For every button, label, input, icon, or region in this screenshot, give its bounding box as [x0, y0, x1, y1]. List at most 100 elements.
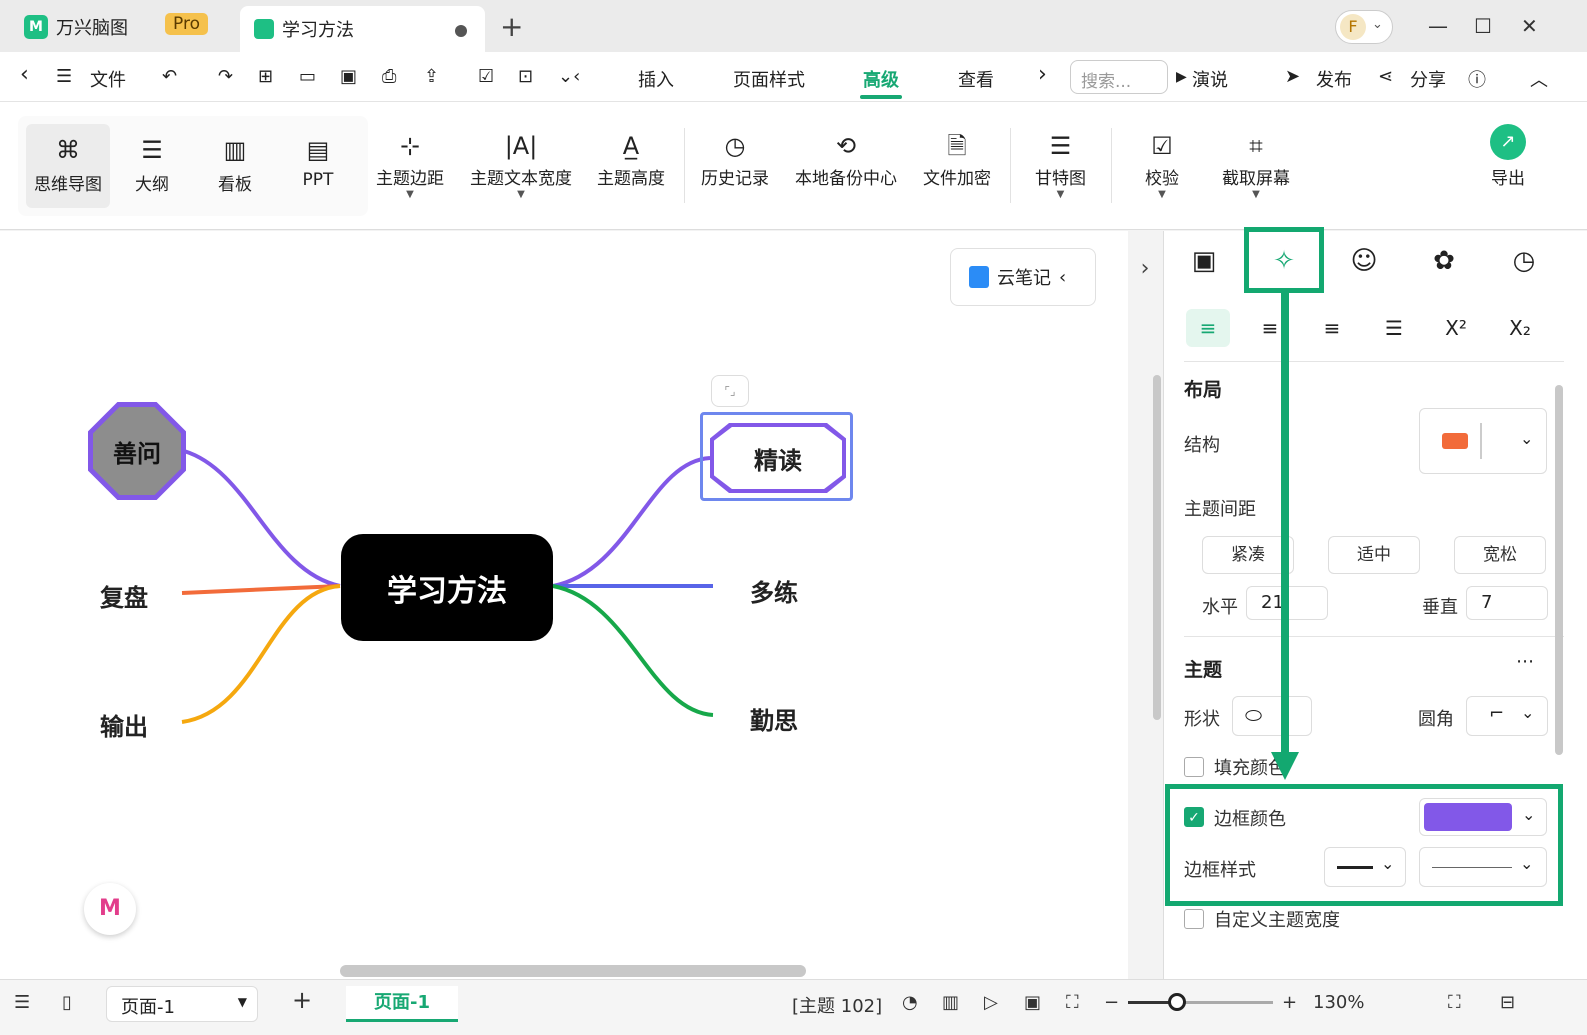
topic-fupan[interactable]: 复盘 — [100, 578, 148, 613]
pie-chart-icon[interactable]: ◔ — [902, 992, 918, 1013]
save-as-icon[interactable]: ⊡ — [518, 66, 533, 87]
send-icon[interactable]: ➤ — [1285, 66, 1300, 87]
view-mindmap-button[interactable]: ⌘ 思维导图 — [26, 124, 110, 208]
local-backup-button[interactable]: ⟲ 本地备份中心 — [795, 128, 897, 189]
share-label[interactable]: 分享 — [1410, 66, 1446, 92]
horizontal-scrollbar[interactable] — [340, 965, 806, 977]
topic-height-button[interactable]: A̲ 主题高度 — [597, 128, 665, 189]
tab-view[interactable]: 查看 — [958, 66, 994, 92]
new-file-icon[interactable]: ⊞ — [258, 66, 273, 87]
file-encrypt-button[interactable]: 🗎 文件加密 — [923, 128, 991, 189]
minimize-icon[interactable]: — — [1428, 14, 1448, 38]
add-page-icon[interactable]: + — [292, 986, 312, 1014]
page-select[interactable]: 页面-1 ▼ — [106, 986, 258, 1022]
emoji-tab-icon[interactable]: ☺ — [1334, 239, 1394, 283]
more-icon[interactable]: ⌄‹ — [558, 66, 580, 87]
topic-duolian[interactable]: 多练 — [750, 573, 798, 608]
undo-icon[interactable]: ↶ — [162, 66, 177, 87]
history-button[interactable]: ◷ 历史记录 — [701, 128, 769, 189]
new-tab-plus-icon[interactable]: + — [500, 10, 523, 43]
tab-page-style[interactable]: 页面样式 — [733, 66, 805, 92]
ai-assistant-icon[interactable]: M — [84, 883, 136, 935]
history-tab-icon[interactable]: ◷ — [1494, 239, 1554, 283]
align-left-icon[interactable]: ≡ — [1186, 309, 1230, 347]
screenshot-button[interactable]: ⌗ 截取屏幕 ▼ — [1222, 128, 1290, 201]
view-ppt-button[interactable]: ▤ PPT — [276, 124, 360, 208]
style-tab-icon[interactable]: ▣ — [1174, 239, 1234, 283]
share-icon[interactable]: ⋖ — [1378, 66, 1393, 87]
fit-page-icon[interactable]: ▣ — [1024, 992, 1041, 1013]
fullscreen-fit-icon[interactable]: ⛶ — [1066, 992, 1079, 1013]
corner-select[interactable]: ⌐ ⌄ — [1466, 696, 1548, 736]
zoom-out-icon[interactable]: − — [1104, 992, 1119, 1013]
vertical-spacing-input[interactable]: 7 — [1466, 586, 1548, 620]
chevron-right-icon[interactable]: › — [1038, 62, 1047, 87]
publish-label[interactable]: 发布 — [1316, 66, 1352, 92]
tab-insert[interactable]: 插入 — [638, 66, 674, 92]
topic-jingdu[interactable]: 精读 — [710, 423, 846, 493]
panel-toggle-chevron-icon[interactable]: › — [1128, 231, 1162, 306]
shape-select[interactable]: ⬭ — [1232, 696, 1312, 736]
play-circle-icon[interactable]: ▶ — [1176, 69, 1187, 85]
open-folder-icon[interactable]: ▭ — [299, 66, 316, 87]
align-right-icon[interactable]: ≡ — [1310, 309, 1354, 347]
document-tab[interactable]: 学习方法 — [240, 6, 485, 52]
back-icon[interactable]: ‹ — [20, 62, 29, 87]
verify-button[interactable]: ☑ 校验 ▼ — [1145, 128, 1179, 201]
menu-icon[interactable]: ☰ — [56, 66, 72, 87]
page-layout-icon[interactable]: ▯ — [62, 992, 72, 1013]
play-icon[interactable]: ▷ — [984, 992, 998, 1013]
topic-shanwen[interactable]: 善问 — [88, 402, 186, 500]
central-topic[interactable]: 学习方法 — [341, 534, 553, 641]
export-share-icon[interactable]: ⇪ — [424, 66, 439, 87]
topic-margin-button[interactable]: ⊹ 主题边距 ▼ — [376, 128, 444, 201]
present-label[interactable]: 演说 — [1192, 66, 1228, 92]
checklist-icon[interactable]: ☑ — [478, 66, 494, 87]
topic-margin-label: 主题边距 — [376, 169, 444, 189]
subscript-icon[interactable]: X₂ — [1498, 309, 1542, 347]
redo-icon[interactable]: ↷ — [218, 66, 233, 87]
collapse-panel-icon[interactable]: ⊟ — [1500, 992, 1515, 1013]
user-avatar[interactable]: F ⌄ — [1335, 10, 1393, 44]
close-icon[interactable]: ✕ — [1521, 14, 1538, 38]
view-kanban-button[interactable]: ▥ 看板 — [193, 124, 277, 208]
superscript-icon[interactable]: X² — [1434, 309, 1478, 347]
custom-width-checkbox[interactable] — [1184, 909, 1204, 929]
spacing-loose-button[interactable]: 宽松 — [1454, 536, 1546, 574]
canvas-vertical-scrollbar[interactable] — [1153, 375, 1161, 720]
tab-advanced[interactable]: 高级 — [863, 66, 899, 92]
zoom-in-icon[interactable]: + — [1282, 992, 1297, 1013]
print-icon[interactable]: ⎙ — [382, 66, 396, 87]
structure-select[interactable]: ⌄ — [1419, 408, 1547, 474]
topic-qinsi[interactable]: 勤思 — [750, 701, 798, 736]
help-icon[interactable]: ⓘ — [1468, 66, 1486, 92]
theme-tab-icon[interactable]: ✿ — [1414, 239, 1474, 283]
fill-color-checkbox[interactable] — [1184, 757, 1204, 777]
spacing-medium-button[interactable]: 适中 — [1328, 536, 1420, 574]
search-input[interactable]: 搜索... — [1070, 60, 1168, 94]
zoom-slider-knob[interactable] — [1168, 993, 1186, 1011]
export-button[interactable]: ↗ 导出 — [1490, 124, 1526, 189]
map-icon[interactable]: ▥ — [942, 992, 959, 1013]
expand-corner-icon[interactable]: ⌜⌟ — [711, 375, 749, 407]
topic-text-width-button[interactable]: |A| 主题文本宽度 ▼ — [470, 128, 572, 201]
zoom-slider[interactable] — [1128, 993, 1273, 1011]
zoom-level[interactable]: 130% — [1313, 992, 1364, 1013]
maximize-icon[interactable]: ☐ — [1474, 14, 1492, 38]
fullscreen-icon[interactable]: ⛶ — [1448, 992, 1461, 1013]
save-icon[interactable]: ▣ — [340, 66, 357, 87]
gantt-button[interactable]: ☰ 甘特图 ▼ — [1035, 128, 1086, 201]
file-menu[interactable]: 文件 — [90, 66, 126, 92]
panel-vertical-scrollbar[interactable] — [1555, 385, 1563, 755]
view-outline-button[interactable]: ☰ 大纲 — [110, 124, 194, 208]
more-options-icon[interactable]: ⋯ — [1516, 651, 1534, 672]
page-list-icon[interactable]: ☰ — [14, 992, 30, 1013]
app-tab[interactable]: M 万兴脑图 — [24, 14, 128, 40]
justify-icon[interactable]: ☰ — [1372, 309, 1416, 347]
page-tab[interactable]: 页面-1 — [346, 986, 458, 1022]
cloud-note-button[interactable]: 云笔记 ‹ — [950, 248, 1096, 306]
unsaved-dot-icon[interactable] — [455, 25, 467, 37]
mindmap-canvas[interactable] — [0, 231, 1128, 979]
topic-shuchu[interactable]: 输出 — [100, 707, 148, 742]
collapse-ribbon-icon[interactable]: ︿ — [1530, 66, 1548, 92]
